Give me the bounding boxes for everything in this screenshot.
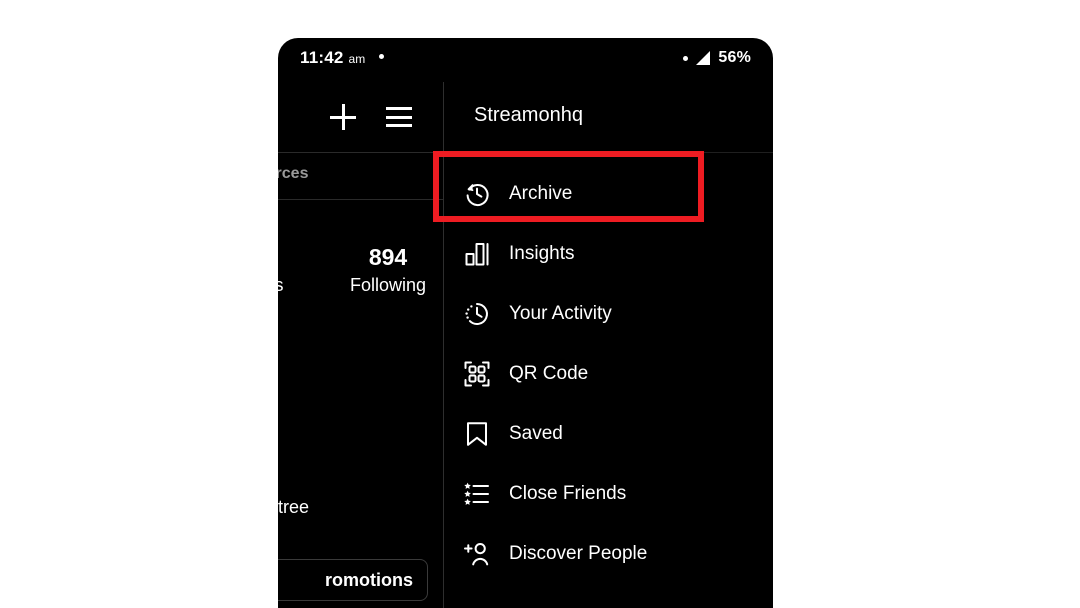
- hamburger-menu-icon[interactable]: [386, 107, 412, 127]
- profile-toolbar: [278, 82, 443, 152]
- add-person-icon: [461, 538, 493, 570]
- star-list-icon: [461, 478, 493, 510]
- bookmark-icon: [461, 418, 493, 450]
- notification-dot-icon: [379, 54, 385, 59]
- status-ampm: am: [348, 52, 366, 66]
- menu-item-qr-code[interactable]: QR Code: [444, 344, 773, 404]
- menu-item-close-friends-label: Close Friends: [509, 483, 627, 504]
- status-bar-right: 56%: [683, 49, 751, 67]
- following-label: Following: [349, 275, 427, 295]
- screenshot-root: 11:42 am 56% ources: [0, 0, 1080, 608]
- signal-bars-icon: [696, 51, 711, 65]
- menu-item-your-activity[interactable]: Your Activity: [444, 284, 773, 344]
- following-stat[interactable]: 894 Following: [333, 242, 443, 298]
- menu-account-title: Streamonhq: [474, 104, 583, 126]
- followers-stat[interactable]: 0 ers: [278, 242, 306, 298]
- status-time: 11:42: [300, 48, 344, 67]
- bar-chart-icon: [461, 238, 493, 270]
- menu-item-insights-label: Insights: [509, 243, 575, 264]
- menu-item-close-friends[interactable]: Close Friends: [444, 464, 773, 524]
- phone-screen: 11:42 am 56% ources: [278, 38, 773, 608]
- notification-dot-icon: [683, 55, 689, 61]
- promotions-button[interactable]: romotions: [278, 559, 428, 601]
- menu-item-discover-people[interactable]: Discover People: [444, 524, 773, 584]
- side-menu-sheet: Streamonhq Archive Insights Your Activit…: [443, 82, 773, 608]
- following-count: 894: [368, 244, 408, 270]
- profile-tab-label: ources: [278, 165, 309, 182]
- followers-count: 0: [278, 242, 306, 272]
- menu-item-your-activity-label: Your Activity: [509, 303, 612, 324]
- menu-item-insights[interactable]: Insights: [444, 224, 773, 284]
- plus-icon[interactable]: [330, 104, 356, 130]
- profile-bio-link[interactable]: ontree: [278, 497, 309, 518]
- profile-tab-row[interactable]: ources: [278, 152, 443, 200]
- status-bar-left: 11:42 am: [300, 48, 385, 68]
- activity-clock-icon: [461, 298, 493, 330]
- menu-header: Streamonhq: [444, 82, 773, 153]
- archive-clock-icon: [461, 178, 493, 210]
- menu-item-archive-label: Archive: [509, 183, 573, 204]
- menu-item-archive[interactable]: Archive: [444, 164, 773, 224]
- menu-item-discover-people-label: Discover People: [509, 543, 648, 564]
- menu-item-saved[interactable]: Saved: [444, 404, 773, 464]
- qr-code-icon: [461, 358, 493, 390]
- menu-item-qr-code-label: QR Code: [509, 363, 589, 384]
- battery-percentage: 56%: [718, 49, 751, 66]
- profile-background-panel: ources 0 ers 894 Following ontree romoti…: [278, 82, 443, 608]
- menu-item-saved-label: Saved: [509, 423, 563, 444]
- menu-item-list: Archive Insights Your Activity QR Code S…: [444, 153, 773, 584]
- status-bar: 11:42 am 56%: [278, 38, 773, 82]
- followers-label: ers: [278, 275, 284, 295]
